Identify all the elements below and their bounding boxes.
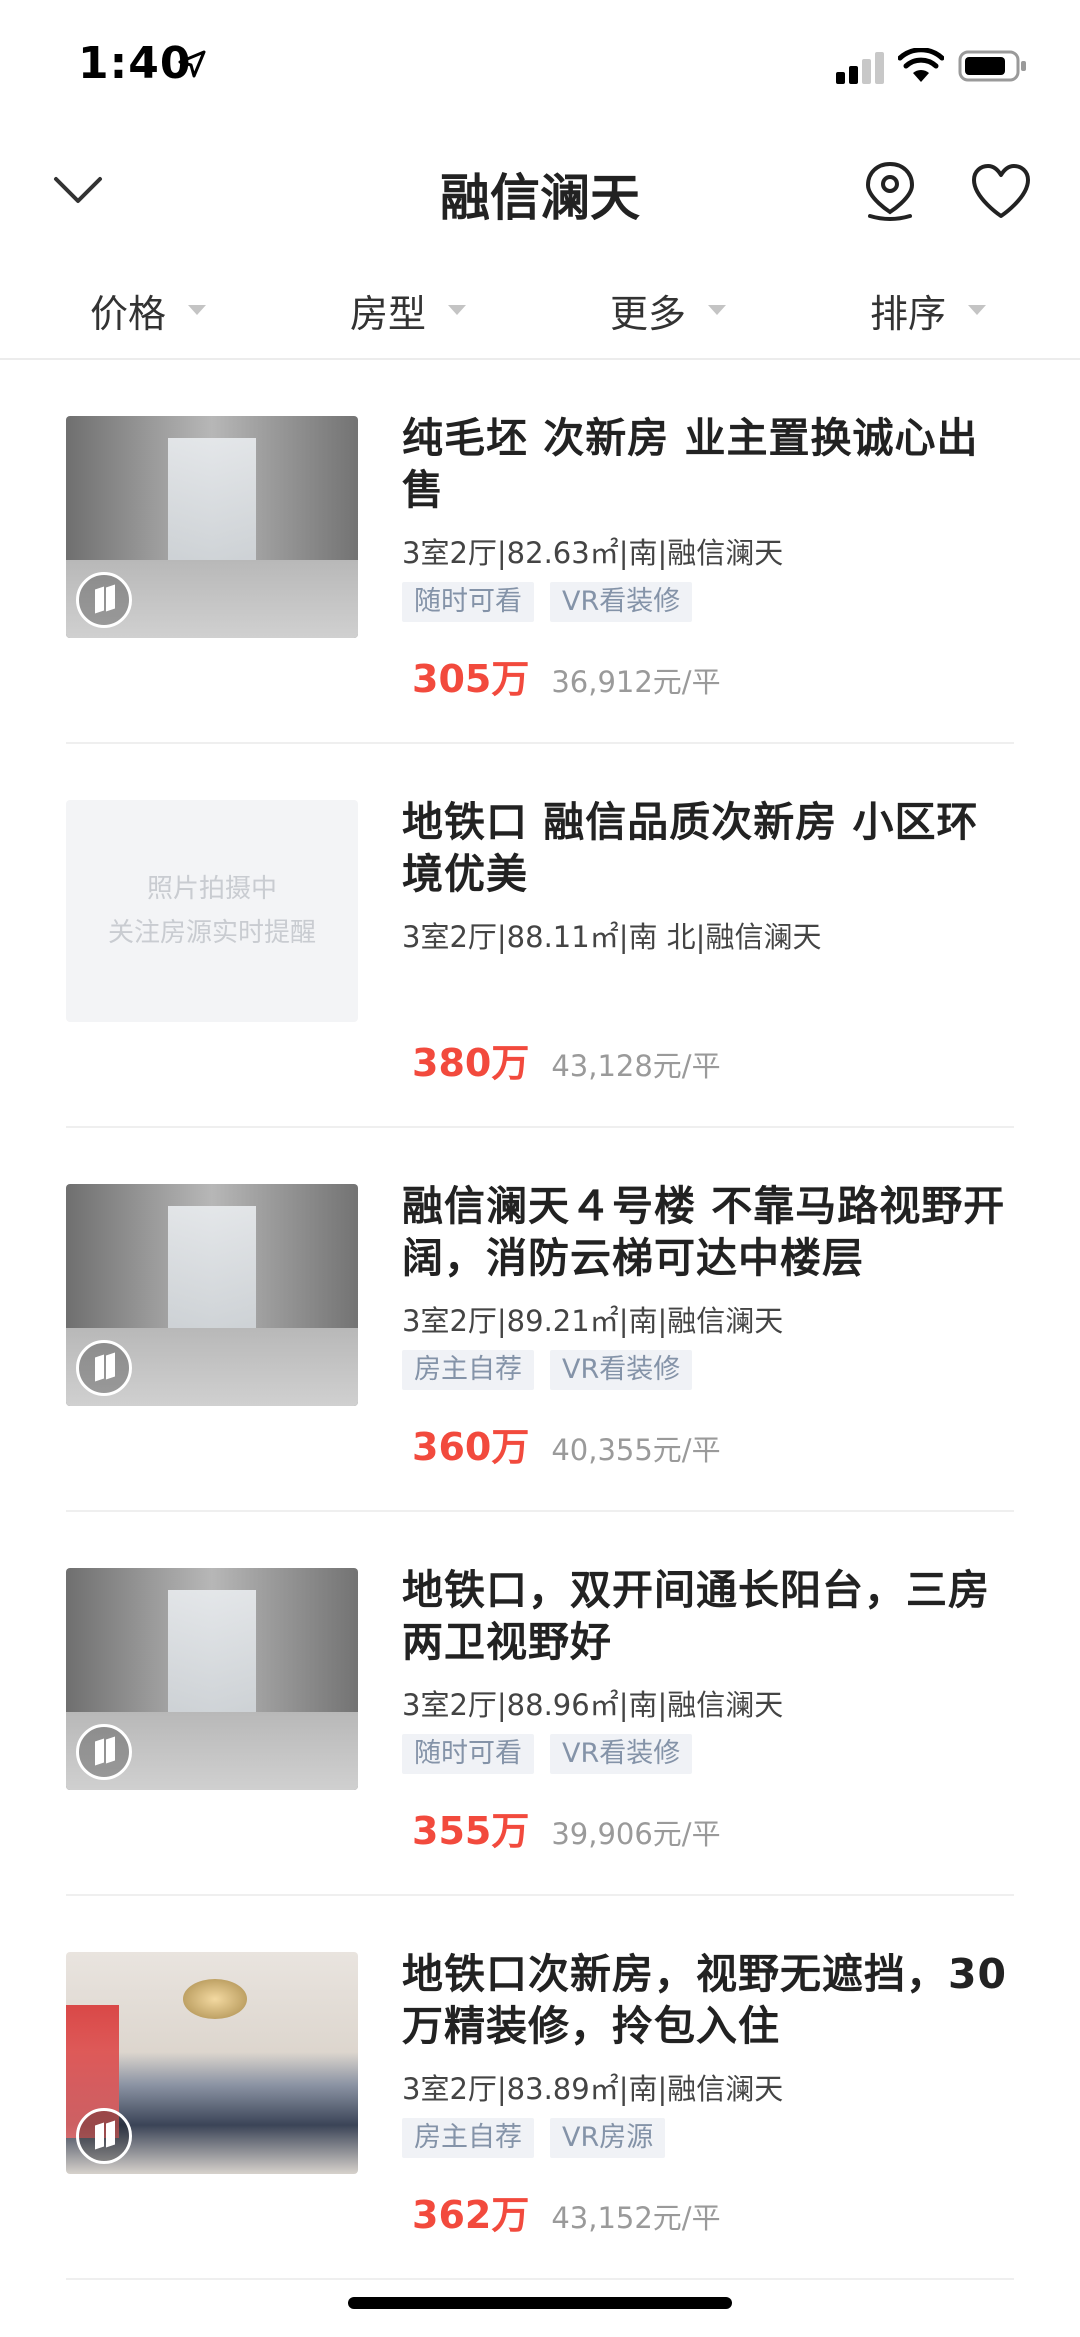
listing-tags: 随时可看 VR看装修 [402,582,708,622]
listing-tag: 随时可看 [402,582,534,622]
placeholder-text: 关注房源实时提醒 [107,918,316,948]
listing-title: 融信澜天４号楼 不靠马路视野开阔，消防云梯可达中楼层 [402,1182,1006,1282]
filter-label: 排序 [870,291,947,336]
listing-unit-price: 43,152元/平 [551,2201,721,2235]
status-time: 1:40 [78,38,192,89]
filter-label: 价格 [90,291,167,336]
listing-card[interactable]: 纯毛坯 次新房 业主置换诚心出售 3室2厅|82.63㎡|南|融信澜天 随时可看… [66,360,1014,744]
price-row: 380万 43,128元/平 [412,1032,721,1087]
listing-unit-price: 40,355元/平 [551,1433,721,1467]
filter-label: 更多 [610,291,687,336]
listing-meta: 3室2厅|89.21㎡|南|融信澜天 [402,1304,784,1338]
listing-photo-placeholder[interactable]: 照片拍摄中 关注房源实时提醒 [66,800,358,1022]
listing-tags: 房主自荐 VR看装修 [402,1350,708,1390]
status-bar: 1:40 [0,0,1080,135]
listing-unit-price: 43,128元/平 [551,1049,721,1083]
listing-price: 360万 [412,1425,530,1469]
listing-card[interactable]: 地铁口次新房，视野无遮挡，30万精装修，拎包入住 3室2厅|83.89㎡|南|融… [66,1896,1014,2280]
caret-down-icon [448,305,467,315]
listing-photo[interactable] [66,1952,358,2174]
listing-card[interactable]: 地铁口，双开间通长阳台，三房两卫视野好 3室2厅|88.96㎡|南|融信澜天 随… [66,1512,1014,1896]
filter-price[interactable]: 价格 [90,280,207,340]
listing-price: 380万 [412,1041,530,1085]
listing-price: 305万 [412,657,530,701]
vr-icon [76,572,132,628]
home-indicator[interactable] [348,2297,732,2309]
cellular-signal-icon [836,50,886,84]
listing-photo[interactable] [66,1184,358,1406]
listing-tag: 房主自荐 [402,1350,534,1390]
price-row: 355万 39,906元/平 [412,1800,721,1855]
listing-unit-price: 39,906元/平 [551,1817,721,1851]
listing-title: 地铁口次新房，视野无遮挡，30万精装修，拎包入住 [402,1950,1008,2050]
listing-meta: 3室2厅|88.11㎡|南 北|融信澜天 [402,920,822,954]
filter-label: 房型 [350,291,427,336]
filter-more[interactable]: 更多 [610,280,727,340]
filter-layout[interactable]: 房型 [350,280,467,340]
page-title: 融信澜天 [440,169,640,227]
caret-down-icon [968,305,987,315]
nav-bar: 融信澜天 [0,140,1080,240]
listing-price: 362万 [412,2193,530,2237]
listing-tag: VR看装修 [550,1350,693,1390]
listing-title: 地铁口，双开间通长阳台，三房两卫视野好 [402,1566,990,1666]
listing-unit-price: 36,912元/平 [551,665,721,699]
listing-price: 355万 [412,1809,530,1853]
price-row: 305万 36,912元/平 [412,648,721,703]
battery-icon [958,50,1026,82]
map-pin-icon[interactable] [862,160,918,222]
heart-icon[interactable] [970,162,1032,220]
listing-meta: 3室2厅|83.89㎡|南|融信澜天 [402,2072,784,2106]
price-row: 362万 43,152元/平 [412,2184,721,2239]
caret-down-icon [708,305,727,315]
listing-tags: 房主自荐 VR房源 [402,2118,681,2158]
location-arrow-icon [178,50,206,78]
listing-meta: 3室2厅|82.63㎡|南|融信澜天 [402,536,784,570]
filter-bar: 价格 房型 更多 排序 [0,270,1080,360]
listing-tags: 随时可看 VR看装修 [402,1734,708,1774]
listing-title: 纯毛坯 次新房 业主置换诚心出售 [402,414,979,514]
listing-title: 地铁口 融信品质次新房 小区环境优美 [402,798,979,898]
listing-tag: VR看装修 [550,1734,693,1774]
filter-sort[interactable]: 排序 [870,280,987,340]
wifi-icon [898,48,944,82]
placeholder-text: 照片拍摄中 [146,874,277,904]
price-row: 360万 40,355元/平 [412,1416,721,1471]
listing-tag: VR房源 [550,2118,666,2158]
vr-icon [76,1724,132,1780]
listing-photo[interactable] [66,1568,358,1790]
listing-meta: 3室2厅|88.96㎡|南|融信澜天 [402,1688,784,1722]
listing-photo[interactable] [66,416,358,638]
caret-down-icon [188,305,207,315]
listing-tag: 随时可看 [402,1734,534,1774]
vr-icon [76,2108,132,2164]
listing-card[interactable]: 融信澜天４号楼 不靠马路视野开阔，消防云梯可达中楼层 3室2厅|89.21㎡|南… [66,1128,1014,1512]
listing-tag: 房主自荐 [402,2118,534,2158]
listing-card[interactable]: 照片拍摄中 关注房源实时提醒 地铁口 融信品质次新房 小区环境优美 3室2厅|8… [66,744,1014,1128]
listing-tag: VR看装修 [550,582,693,622]
vr-icon [76,1340,132,1396]
